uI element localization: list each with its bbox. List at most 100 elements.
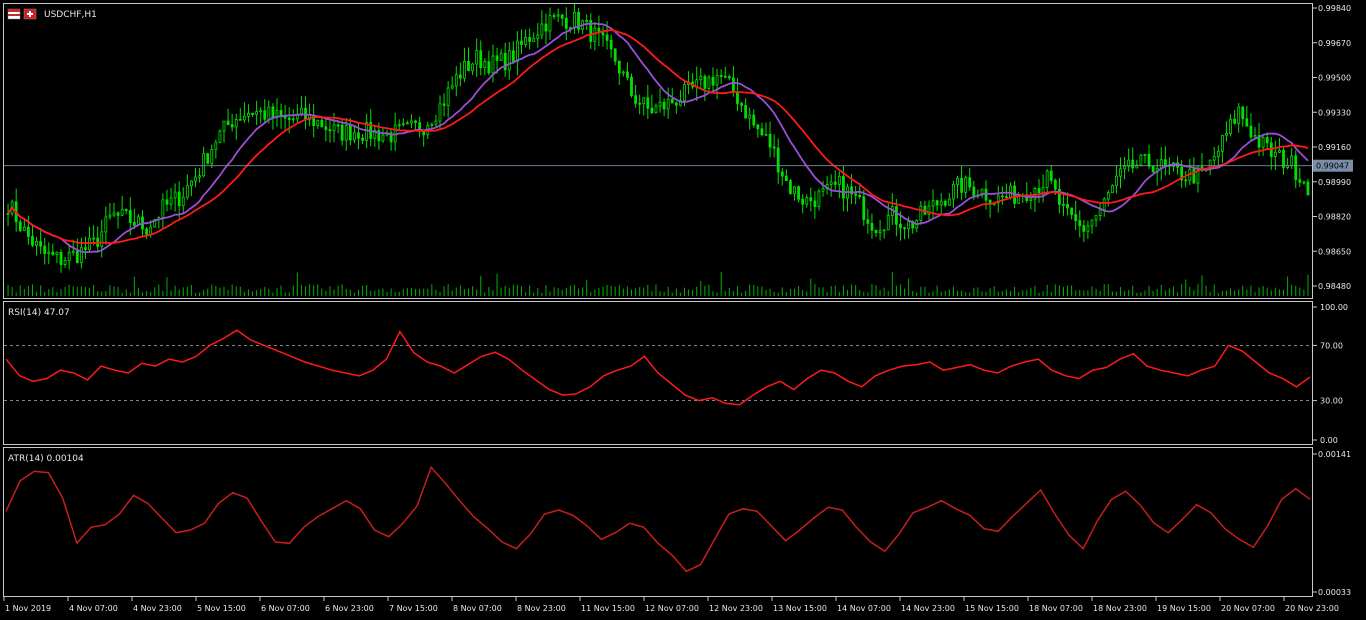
- candle: [670, 88, 674, 104]
- candle: [1131, 147, 1135, 174]
- candle: [401, 118, 405, 127]
- candle: [291, 109, 295, 124]
- candle: [1049, 164, 1053, 185]
- candle: [544, 13, 548, 45]
- candle: [846, 183, 849, 212]
- time-tick-label: 6 Nov 07:00: [261, 604, 310, 613]
- candle: [752, 109, 756, 128]
- candle: [597, 15, 601, 47]
- candle: [740, 101, 743, 113]
- candle: [776, 138, 780, 184]
- candle: [556, 8, 560, 23]
- candle: [727, 74, 731, 81]
- candle: [242, 102, 246, 123]
- candle: [499, 48, 503, 61]
- candle: [194, 168, 197, 188]
- candle: [581, 19, 585, 35]
- candle: [699, 67, 703, 90]
- candle: [947, 193, 951, 206]
- candle: [47, 242, 51, 264]
- candle: [1278, 137, 1281, 154]
- candle: [801, 194, 805, 214]
- rsi-tick-label: 0.00: [1320, 436, 1338, 445]
- time-tick-label: 4 Nov 07:00: [69, 604, 118, 613]
- candle: [1229, 114, 1232, 137]
- candle: [1306, 178, 1310, 196]
- candle: [263, 99, 267, 124]
- candle: [552, 12, 556, 20]
- candle: [1057, 178, 1061, 214]
- candle: [793, 185, 796, 201]
- candle: [6, 203, 10, 227]
- candle: [1265, 132, 1269, 151]
- candle: [173, 183, 177, 212]
- candle: [1070, 207, 1074, 220]
- candle: [283, 105, 287, 130]
- candle: [206, 152, 210, 165]
- time-tick-label: 13 Nov 15:00: [773, 604, 827, 613]
- candle: [634, 84, 637, 108]
- candle: [475, 38, 479, 77]
- candle: [1253, 127, 1257, 138]
- candle: [821, 180, 825, 197]
- time-tick-label: 1 Nov 2019: [5, 604, 51, 613]
- price-tick-label: 0.98820: [1318, 213, 1351, 222]
- candle: [190, 180, 193, 196]
- candle: [1261, 133, 1265, 156]
- candle: [397, 119, 401, 130]
- candle: [1090, 219, 1094, 234]
- candle: [1220, 134, 1224, 164]
- atr-line: [5, 465, 1311, 573]
- candle: [275, 98, 279, 127]
- symbol-label: USDCHF,H1: [44, 10, 97, 20]
- candle: [120, 196, 124, 217]
- candle: [524, 29, 527, 48]
- time-tick-label: 12 Nov 23:00: [709, 604, 763, 613]
- candle: [234, 113, 238, 140]
- candle: [487, 50, 491, 76]
- candle: [198, 168, 201, 183]
- candle: [715, 68, 719, 99]
- candle: [1294, 150, 1298, 189]
- candle: [511, 41, 515, 63]
- price-panel-frame: [3, 3, 1313, 299]
- candle: [202, 146, 206, 178]
- candle: [825, 176, 829, 195]
- candle: [1045, 169, 1049, 193]
- candle: [467, 47, 470, 72]
- candle: [1110, 184, 1114, 194]
- candle: [389, 128, 393, 151]
- time-tick-label: 4 Nov 23:00: [133, 604, 182, 613]
- time-tick-label: 20 Nov 23:00: [1285, 604, 1339, 613]
- candle: [723, 66, 727, 79]
- candle: [797, 185, 800, 203]
- candle: [312, 103, 316, 138]
- candle: [585, 14, 589, 30]
- candle: [442, 93, 446, 117]
- candle: [817, 188, 821, 211]
- candle: [255, 100, 259, 126]
- symbol-flags-icon: [7, 8, 37, 20]
- candle: [988, 199, 992, 218]
- candle: [324, 118, 328, 142]
- candle: [1078, 210, 1082, 238]
- time-tick-label: 11 Nov 15:00: [581, 604, 635, 613]
- time-tick-label: 7 Nov 15:00: [389, 604, 438, 613]
- candle: [247, 104, 250, 123]
- candle: [59, 249, 63, 273]
- candle: [124, 208, 128, 215]
- candle: [295, 104, 299, 124]
- price-tick-label: 0.98480: [1318, 282, 1351, 291]
- candle: [609, 34, 613, 58]
- rsi-axis: 100.00 70.00 30.00 0.00: [4, 303, 1348, 445]
- time-tick-label: 5 Nov 15:00: [197, 604, 246, 613]
- candle: [577, 7, 580, 34]
- candle: [454, 66, 458, 97]
- candle: [1225, 121, 1228, 142]
- candle: [1021, 193, 1025, 203]
- candle: [809, 187, 813, 212]
- candle: [638, 94, 642, 115]
- candle: [27, 215, 30, 245]
- candlesticks: [6, 3, 1310, 273]
- price-tick-label: 0.99160: [1318, 143, 1351, 152]
